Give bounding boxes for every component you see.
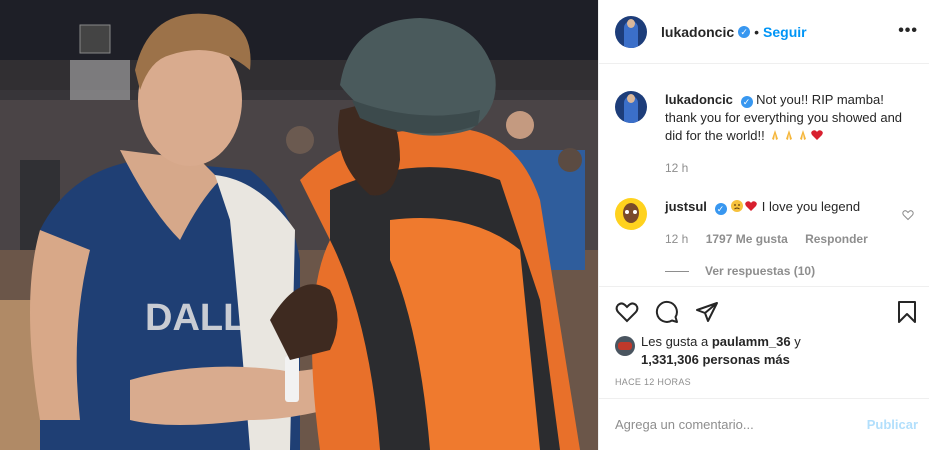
commenter-avatar[interactable]: [615, 198, 647, 230]
comment-input[interactable]: [615, 417, 867, 432]
comments-section: lukadoncic ✓ Not you!! RIP mamba! thank …: [599, 64, 929, 286]
sad-face-icon: [731, 200, 744, 212]
add-comment-bar: Publicar: [599, 398, 929, 450]
red-heart-icon: [811, 130, 824, 140]
view-replies-button[interactable]: Ver respuestas (10): [665, 264, 815, 278]
post-timestamp[interactable]: HACE 12 HORAS: [615, 377, 691, 387]
comment-likes[interactable]: 1797 Me gusta: [706, 232, 788, 246]
likes-prefix: Les gusta a: [641, 334, 712, 349]
comment-item: justsul ✓ I love you legend 12 h 1797 Me…: [615, 198, 905, 248]
caption-meta: 12 h: [665, 159, 915, 177]
author-avatar[interactable]: [615, 15, 647, 48]
view-replies-label: Ver respuestas (10): [705, 264, 816, 278]
verified-badge-icon: ✓: [740, 96, 753, 108]
comment-meta: 12 h 1797 Me gusta Responder: [665, 230, 905, 248]
publish-button[interactable]: Publicar: [867, 417, 918, 432]
photo-illustration: DALL: [0, 0, 598, 450]
comment-time[interactable]: 12 h: [665, 232, 688, 246]
post-photo[interactable]: DALL: [0, 0, 598, 450]
caption-author-avatar[interactable]: [615, 91, 647, 123]
replies-divider-line: [665, 270, 689, 272]
caption-time[interactable]: 12 h: [665, 161, 688, 175]
reply-button[interactable]: Responder: [805, 232, 868, 246]
liker-avatar[interactable]: [615, 336, 635, 356]
caption-username[interactable]: lukadoncic: [665, 92, 733, 107]
liker-username[interactable]: paulamm_36: [712, 334, 791, 349]
red-heart-icon: [745, 201, 757, 211]
folded-hands-icon: [786, 130, 793, 140]
likes-count[interactable]: 1,331,306 personas más: [641, 352, 790, 367]
likes-summary: Les gusta a paulamm_36 y 1,331,306 perso…: [615, 333, 801, 369]
more-options-icon[interactable]: •••: [898, 22, 918, 40]
separator-dot: •: [754, 23, 760, 40]
post-actions: Les gusta a paulamm_36 y 1,331,306 perso…: [599, 286, 929, 398]
follow-button[interactable]: Seguir: [763, 24, 807, 40]
bookmark-icon[interactable]: [895, 300, 919, 324]
likes-connector: y: [790, 334, 801, 349]
heart-icon[interactable]: [615, 300, 639, 324]
svg-text:DALL: DALL: [145, 297, 246, 339]
post-side-panel: lukadoncic ✓ • Seguir ••• lukadoncic ✓ N…: [598, 0, 929, 450]
comment-text: I love you legend: [761, 199, 861, 214]
post-header: lukadoncic ✓ • Seguir •••: [599, 0, 929, 64]
comment-icon[interactable]: [655, 300, 679, 324]
verified-badge-icon: ✓: [738, 25, 751, 38]
share-icon[interactable]: [695, 300, 719, 324]
author-username[interactable]: lukadoncic: [661, 24, 734, 40]
folded-hands-icon: [772, 130, 779, 140]
comment-like-heart-icon[interactable]: [902, 209, 914, 221]
folded-hands-icon: [800, 130, 807, 140]
caption: lukadoncic ✓ Not you!! RIP mamba! thank …: [615, 91, 915, 177]
commenter-username[interactable]: justsul: [665, 199, 707, 214]
verified-badge-icon: ✓: [714, 203, 727, 215]
